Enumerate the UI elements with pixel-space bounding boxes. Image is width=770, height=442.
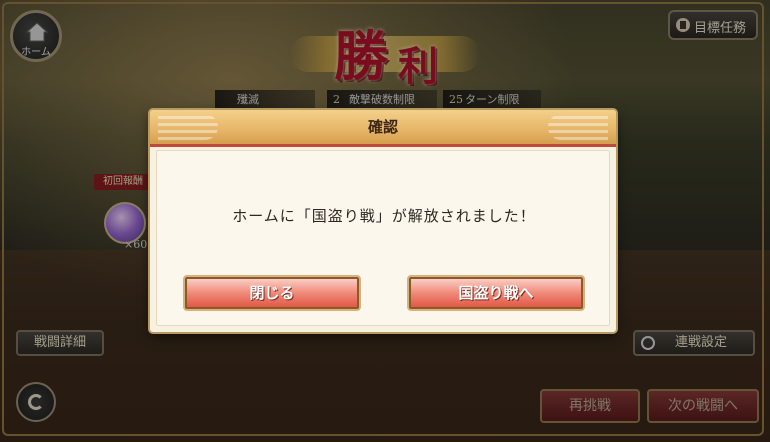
confirm-dialog: 確認 ホームに「国盗り戦」が解放されました！ 閉じる 国盗り戦へ (150, 110, 616, 332)
dialog-message: ホームに「国盗り戦」が解放されました！ (232, 207, 536, 225)
dialog-body: ホームに「国盗り戦」が解放されました！ 閉じる 国盗り戦へ (156, 150, 610, 326)
go-to-kunitori-button[interactable]: 国盗り戦へ (407, 275, 585, 311)
dialog-title: 確認 (367, 118, 398, 136)
close-button[interactable]: 閉じる (183, 275, 361, 311)
